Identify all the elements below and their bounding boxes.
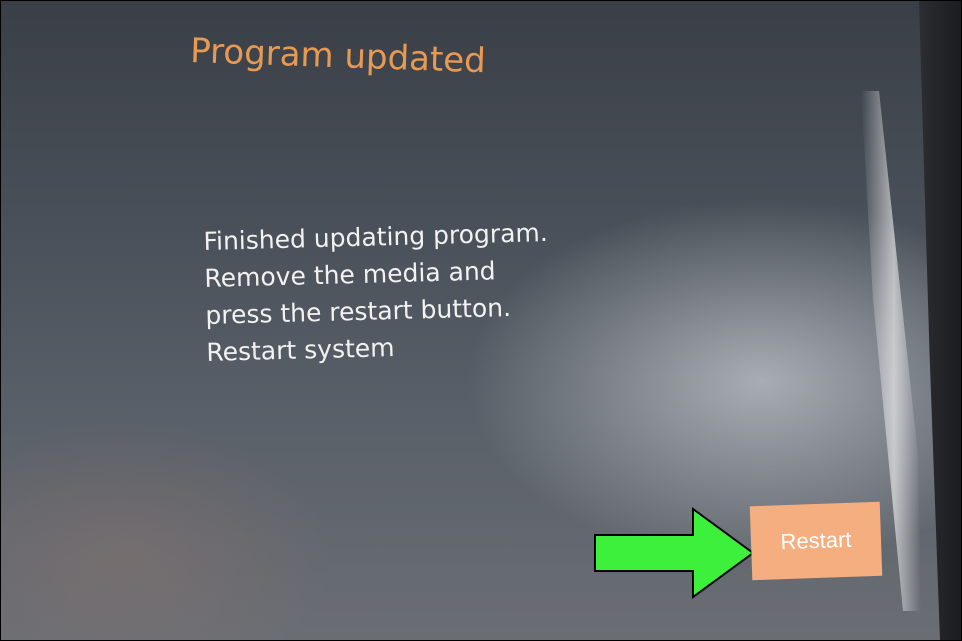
update-message: Finished updating program. Remove the me… (203, 214, 551, 371)
right-arrow-icon (594, 507, 755, 599)
restart-button[interactable]: Restart (749, 501, 883, 581)
photo-frame: Program updated Finished updating progra… (0, 0, 962, 641)
